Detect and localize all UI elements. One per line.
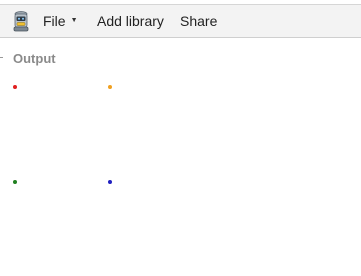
output-point-blue bbox=[108, 180, 112, 184]
robot-logo-icon bbox=[13, 11, 29, 32]
output-point-orange bbox=[108, 85, 112, 89]
menu-toolbar: File ▼ Add library Share bbox=[0, 4, 361, 38]
output-heading: Output bbox=[13, 51, 56, 66]
page: File ▼ Add library Share Output bbox=[0, 0, 361, 276]
file-menu-label: File bbox=[43, 13, 66, 29]
panel-divider-tick bbox=[0, 57, 3, 58]
share-menu[interactable]: Share bbox=[180, 5, 217, 37]
caret-down-icon: ▼ bbox=[70, 17, 78, 25]
add-library-menu[interactable]: Add library bbox=[97, 5, 164, 37]
output-point-green bbox=[13, 180, 17, 184]
output-point-red bbox=[13, 85, 17, 89]
file-menu[interactable]: File ▼ bbox=[43, 5, 78, 37]
